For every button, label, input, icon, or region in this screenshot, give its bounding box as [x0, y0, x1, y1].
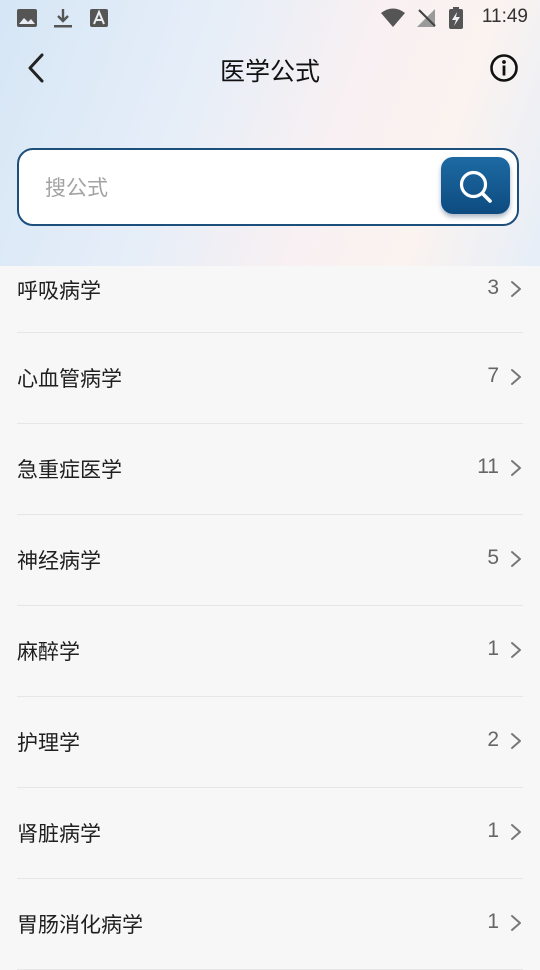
- list-item[interactable]: 麻醉学 1: [17, 606, 523, 697]
- category-count: 1: [487, 637, 499, 660]
- category-label: 肾脏病学: [17, 822, 101, 846]
- category-label: 心血管病学: [17, 367, 122, 391]
- list-item[interactable]: 呼吸病学 3: [17, 266, 523, 333]
- list-item[interactable]: 护理学 2: [17, 697, 523, 788]
- category-count: 7: [487, 364, 499, 387]
- chevron-right-icon: [511, 733, 521, 749]
- page-title: 医学公式: [219, 57, 320, 86]
- search-box: [17, 148, 519, 226]
- no-signal-icon: [417, 9, 436, 27]
- category-count: 1: [487, 910, 499, 933]
- category-list: 呼吸病学 3 心血管病学 7 急重症医学 11 神经病学 5 麻醉学 1 护理学 2 肾脏病学 1 胃肠消化…: [0, 266, 540, 970]
- category-count: 2: [487, 728, 499, 751]
- wifi-icon: [381, 8, 405, 27]
- chevron-right-icon: [511, 824, 521, 840]
- chevron-right-icon: [511, 551, 521, 567]
- status-bar: 11:49: [0, 0, 540, 36]
- list-item[interactable]: 神经病学 5: [17, 515, 523, 606]
- list-item[interactable]: 胃肠消化病学 1: [17, 879, 523, 970]
- category-label: 麻醉学: [17, 640, 80, 664]
- search-button[interactable]: [441, 157, 510, 214]
- chevron-right-icon: [511, 915, 521, 931]
- header-background: 11:49 医学公式: [0, 0, 540, 266]
- category-count: 1: [487, 819, 499, 842]
- download-icon: [54, 9, 72, 28]
- text-box-icon: [90, 9, 108, 27]
- category-label: 呼吸病学: [17, 279, 101, 303]
- battery-charging-icon: [449, 7, 463, 29]
- image-icon: [17, 9, 37, 27]
- category-count: 11: [477, 455, 499, 478]
- category-label: 胃肠消化病学: [17, 913, 143, 937]
- chevron-right-icon: [511, 460, 521, 476]
- category-label: 急重症医学: [17, 458, 122, 482]
- search-icon: [459, 170, 492, 203]
- status-time: 11:49: [481, 6, 528, 27]
- info-circle-icon[interactable]: [488, 52, 520, 84]
- category-count: 3: [487, 276, 499, 299]
- chevron-right-icon: [511, 281, 521, 297]
- category-label: 护理学: [17, 731, 80, 755]
- category-label: 神经病学: [17, 549, 101, 573]
- category-count: 5: [487, 546, 499, 569]
- list-item[interactable]: 急重症医学 11: [17, 424, 523, 515]
- list-item[interactable]: 心血管病学 7: [17, 333, 523, 424]
- title-bar: 医学公式: [0, 40, 540, 96]
- chevron-right-icon: [511, 369, 521, 385]
- search-input[interactable]: [45, 170, 435, 206]
- chevron-right-icon: [511, 642, 521, 658]
- list-item[interactable]: 肾脏病学 1: [17, 788, 523, 879]
